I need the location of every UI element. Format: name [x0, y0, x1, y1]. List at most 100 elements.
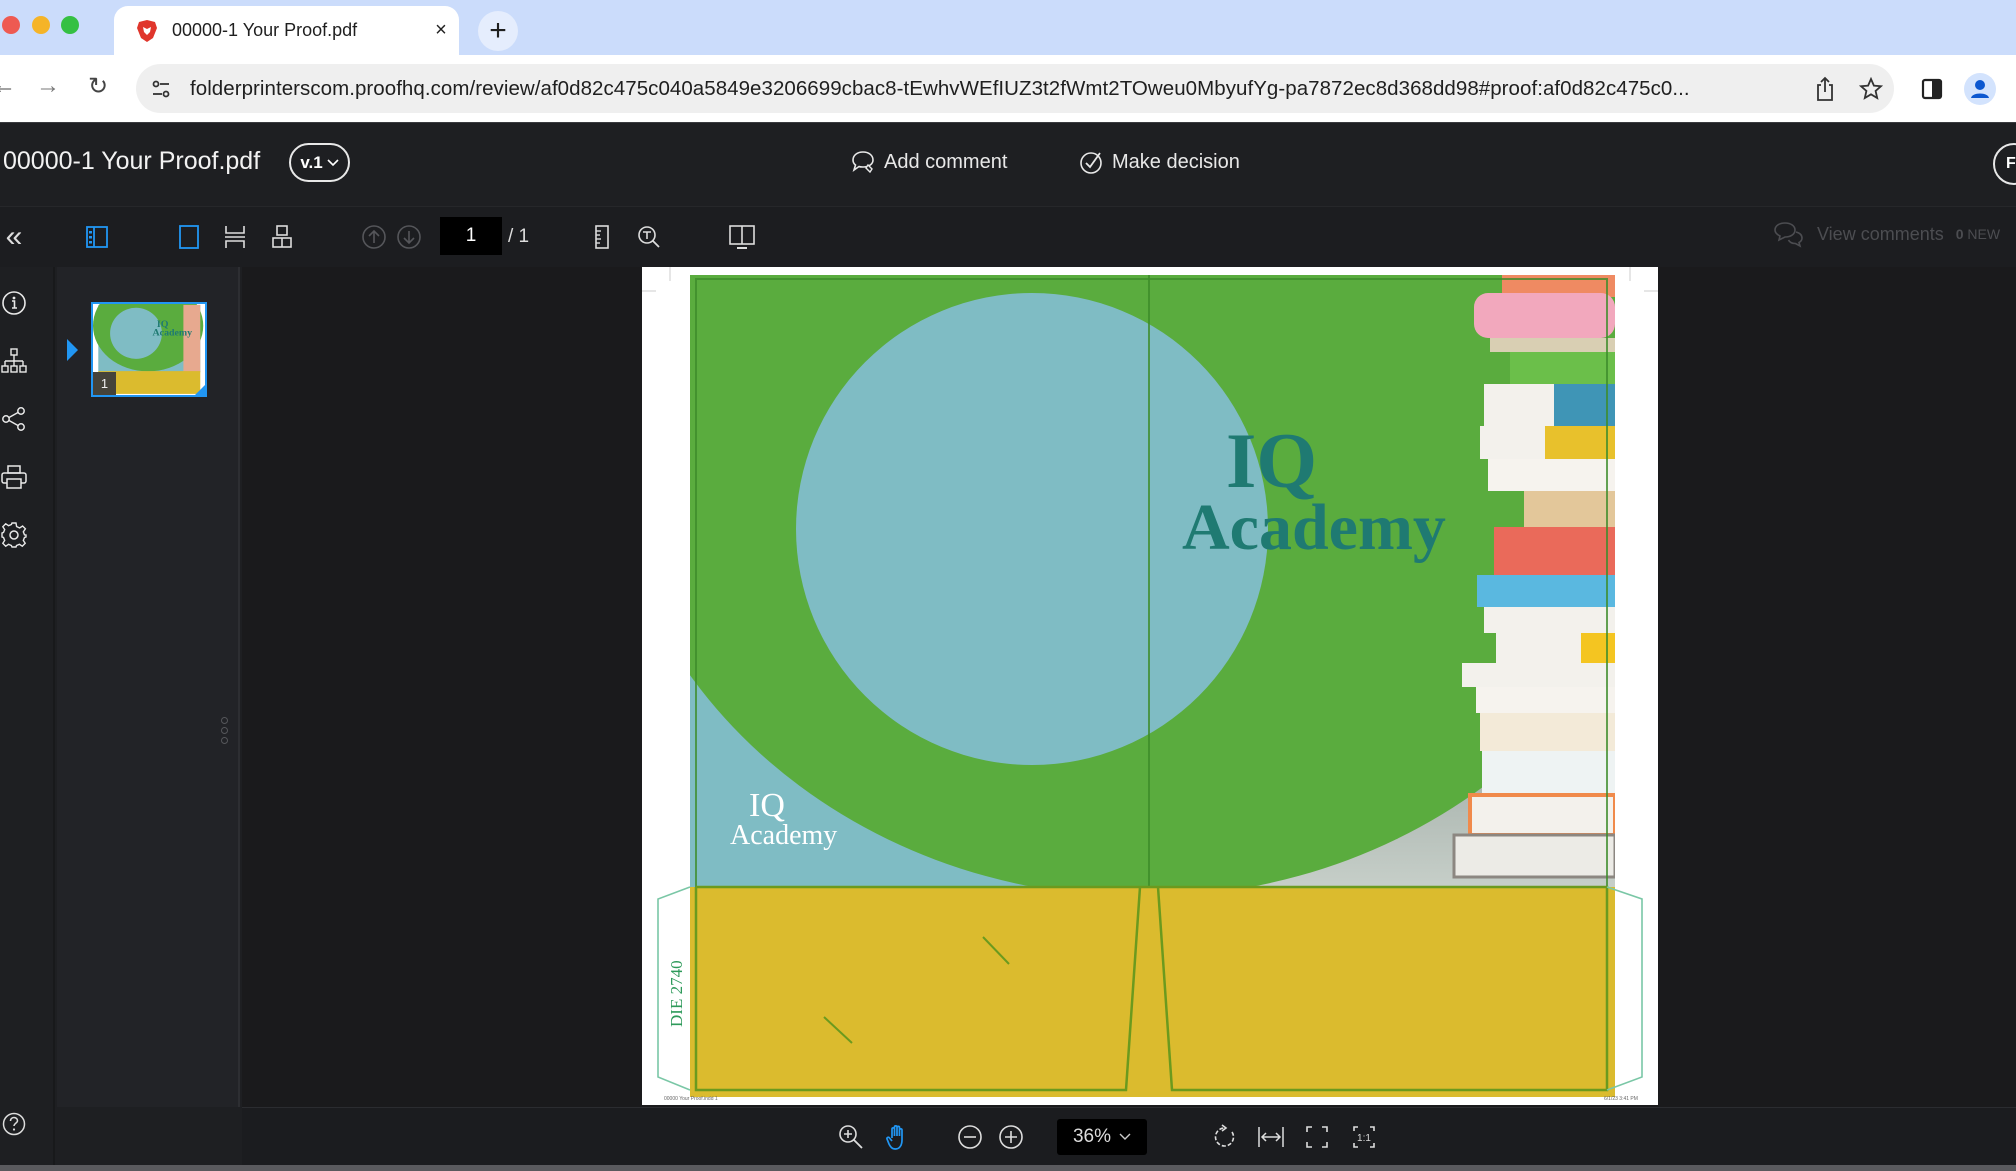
address-bar[interactable]: folderprinterscom.proofhq.com/review/af0…	[136, 64, 1894, 113]
browser-tabstrip: 00000-1 Your Proof.pdf × +	[0, 0, 2016, 55]
two-page-view-button[interactable]	[264, 219, 300, 255]
version-label: v.1	[300, 152, 323, 172]
thumbnail-panel: IQ Academy 1	[57, 267, 240, 1107]
actual-size-icon: 1:1	[1353, 1126, 1375, 1148]
new-comments-label: NEW	[1967, 226, 2001, 242]
make-decision-button[interactable]: Make decision	[1078, 149, 1240, 175]
sidebar-toggle-icon[interactable]	[1912, 69, 1952, 109]
panel-resize-handle[interactable]	[221, 717, 231, 751]
help-button[interactable]	[2, 1112, 26, 1136]
continuous-view-button[interactable]	[217, 219, 253, 255]
window-minimize-button[interactable]	[32, 16, 50, 34]
arrow-down-circle-icon	[397, 225, 421, 249]
pan-tool-button[interactable]	[881, 1120, 915, 1154]
share-nodes-icon	[2, 407, 25, 431]
svg-text:1:1: 1:1	[1357, 1133, 1371, 1144]
previous-page-button[interactable]	[356, 219, 392, 255]
single-page-view-button[interactable]	[171, 219, 207, 255]
profile-icon[interactable]	[1960, 69, 2000, 109]
pocket-panel	[657, 885, 1643, 1097]
ruler-icon	[595, 225, 609, 249]
fit-width-button[interactable]	[1254, 1120, 1288, 1154]
view-comments-button[interactable]: View comments 0 NEW	[1773, 220, 2000, 248]
page-thumbnail[interactable]: IQ Academy 1	[91, 302, 207, 397]
next-page-button[interactable]	[391, 219, 427, 255]
footer-file-info: 00000 Your Proof.indd 1	[664, 1096, 718, 1102]
minus-circle-icon	[958, 1125, 982, 1149]
printer-icon	[1, 465, 27, 489]
app-header: 00000-1 Your Proof.pdf v.1 Add comment M…	[0, 122, 2016, 206]
add-comment-button[interactable]: Add comment	[850, 149, 1007, 175]
forward-button[interactable]: →	[30, 68, 66, 104]
proof-artwork: IQ Academy IQ Academy DIE 2740 00000 You…	[642, 267, 1658, 1102]
page-number-input[interactable]	[440, 217, 502, 255]
document-canvas[interactable]: IQ Academy IQ Academy DIE 2740 00000 You…	[242, 267, 2016, 1107]
ruler-button[interactable]	[584, 219, 620, 255]
footer-date: 6/1/23 3:41 PM	[1604, 1096, 1638, 1102]
proof-page[interactable]: IQ Academy IQ Academy DIE 2740 00000 You…	[642, 267, 1658, 1105]
fit-page-button[interactable]	[1300, 1120, 1334, 1154]
zoom-in-button[interactable]	[994, 1120, 1028, 1154]
single-page-icon	[179, 225, 199, 249]
thumbnail-selected-corner	[195, 385, 205, 395]
small-title-academy: Academy	[730, 820, 837, 851]
continuous-scroll-icon	[225, 226, 245, 248]
cover-artwork	[690, 275, 1615, 895]
comment-pen-icon	[852, 151, 874, 174]
workflow-tree-icon	[1, 348, 27, 373]
settings-button[interactable]	[0, 521, 28, 549]
bookmark-star-icon[interactable]	[1848, 66, 1894, 112]
zoom-level-dropdown[interactable]: 36%	[1057, 1119, 1147, 1155]
chevron-down-icon	[1119, 1133, 1131, 1140]
window-close-button[interactable]	[2, 16, 20, 34]
document-title: 00000-1 Your Proof.pdf	[3, 147, 261, 175]
reload-button[interactable]: ↻	[80, 68, 116, 104]
viewer-toolbar: « / 1 View comments 0 NEW	[0, 206, 2016, 267]
left-icon-rail	[0, 267, 55, 1171]
info-button[interactable]	[0, 289, 28, 317]
back-button[interactable]: ←	[0, 68, 22, 104]
version-dropdown[interactable]: v.1	[289, 143, 350, 182]
brave-lion-icon	[137, 19, 157, 42]
comments-bubbles-icon	[1774, 222, 1803, 248]
workflow-button[interactable]	[0, 347, 28, 375]
page-total: / 1	[508, 226, 530, 247]
fullscreen-icon	[1306, 1126, 1328, 1148]
url-text[interactable]: folderprinterscom.proofhq.com/review/af0…	[190, 77, 1802, 101]
thumbnails-toggle-button[interactable]	[79, 219, 115, 255]
zoom-tool-button[interactable]	[834, 1120, 868, 1154]
browser-toolbar: ← → ↻ folderprinterscom.proofhq.com/revi…	[0, 55, 2016, 122]
zoom-level-value: 36%	[1072, 1126, 1112, 1147]
site-settings-icon[interactable]	[140, 68, 182, 110]
window-bottom-edge	[0, 1165, 2016, 1171]
new-comments-count: 0	[1955, 226, 1964, 242]
collapse-panel-button[interactable]: «	[0, 219, 32, 255]
thumbnail-panel-icon	[86, 226, 108, 248]
window-maximize-button[interactable]	[61, 16, 79, 34]
bottom-toolbar: 36% 1:1	[242, 1107, 2016, 1165]
new-tab-button[interactable]: +	[478, 11, 518, 51]
zoom-out-button[interactable]	[953, 1120, 987, 1154]
tab-close-button[interactable]: ×	[423, 19, 459, 42]
make-decision-label: Make decision	[1112, 150, 1240, 173]
grid-layout-icon	[272, 225, 292, 248]
info-icon	[2, 291, 26, 315]
text-search-icon	[638, 226, 660, 248]
tab-title: 00000-1 Your Proof.pdf	[172, 20, 358, 40]
print-button[interactable]	[0, 463, 28, 491]
small-title-iq: IQ	[749, 787, 785, 824]
browser-tab-active[interactable]: 00000-1 Your Proof.pdf ×	[114, 6, 459, 55]
svg-text:Academy: Academy	[153, 328, 193, 339]
share-button[interactable]	[0, 405, 28, 433]
view-comments-label: View comments	[1817, 223, 1944, 244]
rotate-button[interactable]	[1208, 1120, 1242, 1154]
user-avatar[interactable]: F	[1993, 143, 2016, 185]
current-page-marker	[67, 339, 78, 361]
magnifier-plus-icon	[839, 1125, 863, 1149]
check-circle-icon	[1080, 152, 1102, 174]
actual-size-button[interactable]: 1:1	[1347, 1120, 1381, 1154]
text-search-button[interactable]	[631, 219, 667, 255]
help-question-icon	[2, 1112, 26, 1136]
compare-view-button[interactable]	[724, 219, 760, 255]
share-icon[interactable]	[1802, 66, 1848, 112]
